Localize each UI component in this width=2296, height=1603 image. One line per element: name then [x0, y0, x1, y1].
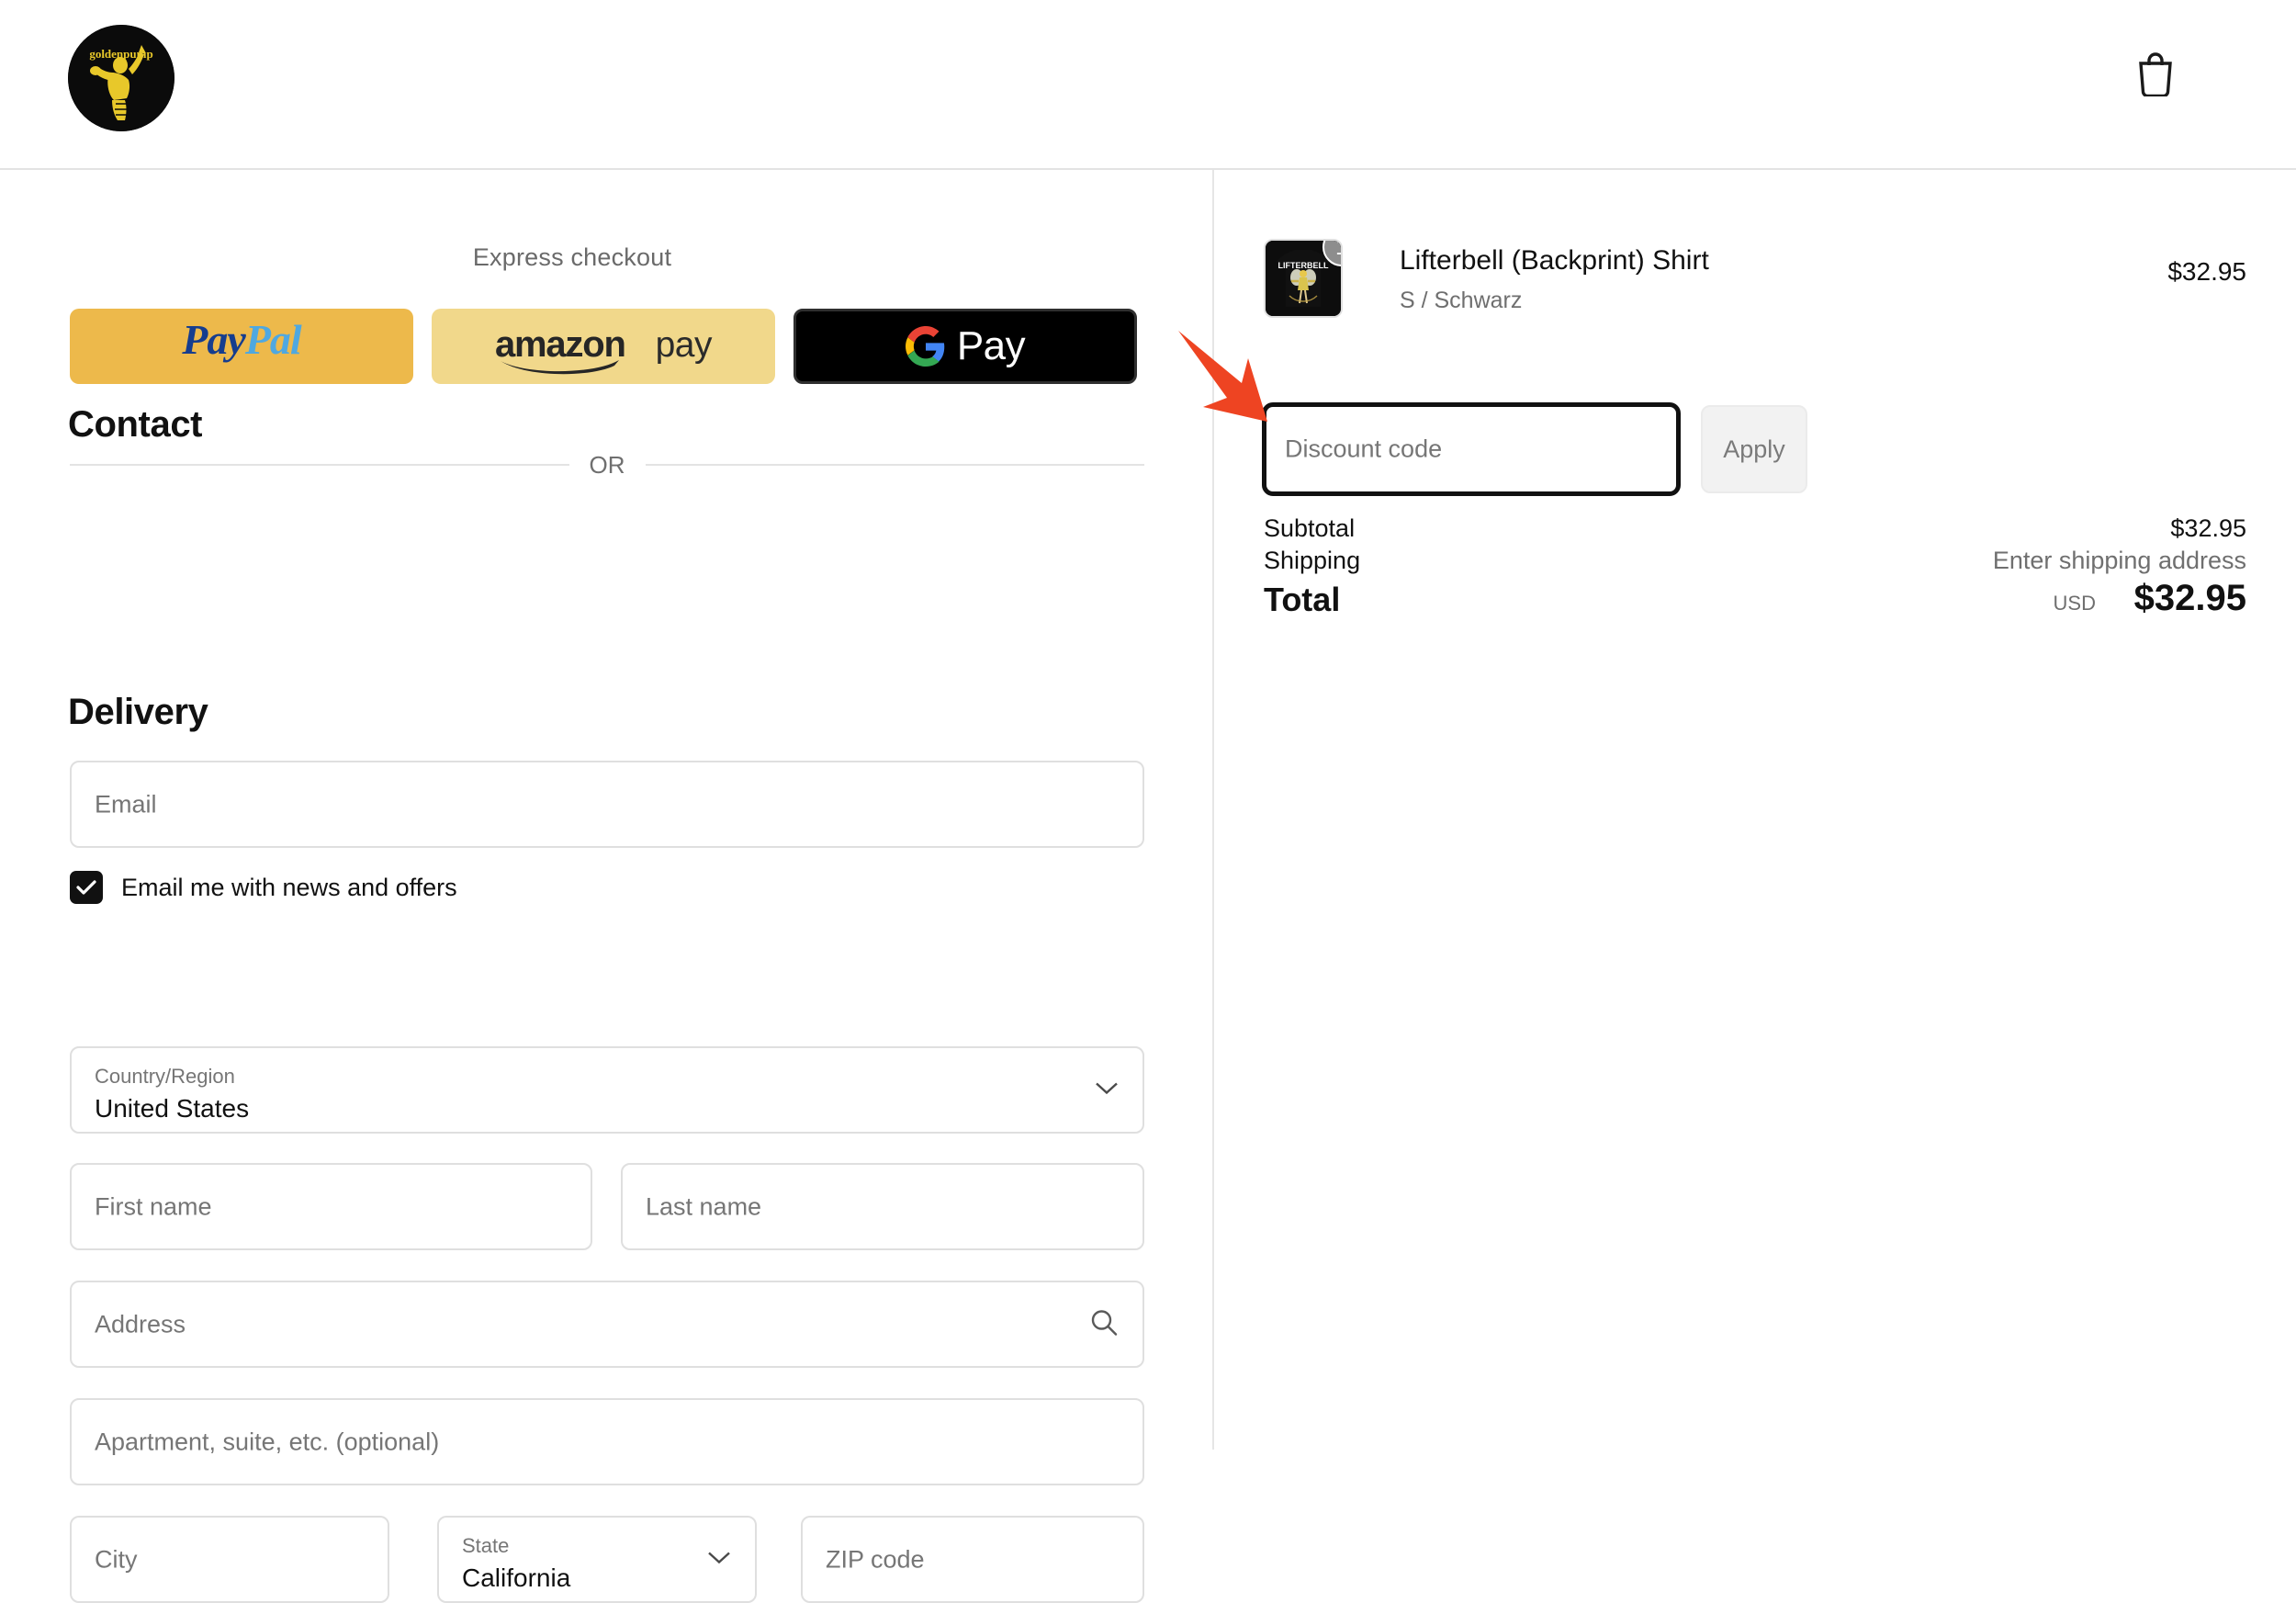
total-currency: USD	[2053, 592, 2096, 615]
country-select[interactable]: Country/Region United States	[70, 1046, 1144, 1134]
subtotal-label: Subtotal	[1264, 514, 1356, 542]
newsletter-checkbox[interactable]	[70, 871, 103, 904]
address-placeholder: Address	[95, 1310, 186, 1338]
express-checkout-title: Express checkout	[472, 243, 672, 271]
product-title: Lifterbell (Backprint) Shirt	[1400, 245, 1709, 276]
amazon-pay-logo: amazon pay	[495, 321, 713, 375]
first-name-placeholder: First name	[95, 1192, 212, 1220]
search-icon[interactable]	[1089, 1307, 1119, 1341]
google-pay-button[interactable]: Pay	[793, 309, 1137, 384]
or-line-right	[645, 464, 1144, 466]
paypal-button[interactable]: PayPal	[70, 309, 413, 384]
apartment-placeholder: Apartment, suite, etc. (optional)	[95, 1428, 440, 1455]
total-label: Total	[1264, 581, 1341, 618]
product-thumbnail: LIFTERBELL 1	[1264, 239, 1343, 318]
email-field[interactable]: Email	[70, 761, 1144, 848]
amazon-smile-icon	[501, 360, 619, 375]
subtotal-value: $32.95	[2170, 514, 2246, 542]
paypal-logo: PayPal	[182, 318, 301, 360]
site-header: goldenpump	[0, 0, 2296, 170]
state-value: California	[462, 1563, 571, 1592]
apartment-field[interactable]: Apartment, suite, etc. (optional)	[70, 1398, 1144, 1485]
amazon-pay-label: pay	[655, 325, 713, 365]
last-name-field[interactable]: Last name	[621, 1163, 1144, 1250]
last-name-placeholder: Last name	[646, 1192, 762, 1220]
shipping-label: Shipping	[1264, 547, 1361, 574]
product-variant: S / Schwarz	[1400, 288, 1523, 313]
zip-code-field[interactable]: ZIP code	[801, 1516, 1144, 1603]
newsletter-checkbox-row[interactable]: Email me with news and offers	[70, 871, 457, 904]
or-label: OR	[589, 450, 625, 479]
city-placeholder: City	[95, 1545, 138, 1573]
state-label: State	[462, 1534, 510, 1557]
summary-row-subtotal: Subtotal $32.95	[1264, 514, 2246, 551]
email-placeholder: Email	[95, 790, 157, 818]
order-summary-column: LIFTERBELL 1 Lifterbell (Backprint) Shir…	[1214, 170, 2296, 1450]
discount-code-placeholder: Discount code	[1285, 435, 1443, 463]
shipping-value: Enter shipping address	[1992, 547, 2246, 574]
or-divider: OR	[70, 446, 1144, 483]
shopping-bag-icon[interactable]	[2134, 49, 2177, 96]
address-field[interactable]: Address	[70, 1281, 1144, 1368]
brand-logo[interactable]: goldenpump	[68, 25, 174, 131]
svg-text:LIFTERBELL: LIFTERBELL	[1278, 261, 1329, 270]
check-icon	[76, 880, 96, 895]
summary-row-total: Total USD $32.95	[1264, 578, 2246, 629]
country-label: Country/Region	[95, 1065, 235, 1088]
product-price: $32.95	[2167, 257, 2246, 286]
chevron-down-icon	[1095, 1080, 1119, 1100]
country-value: United States	[95, 1094, 250, 1123]
checkout-form-column: Express checkout PayPal amazon pay Pay O…	[0, 170, 1212, 1603]
amazon-pay-button[interactable]: amazon pay	[432, 309, 775, 384]
newsletter-label: Email me with news and offers	[121, 873, 457, 901]
city-field[interactable]: City	[70, 1516, 389, 1603]
order-line-item: LIFTERBELL 1 Lifterbell (Backprint) Shir…	[1264, 239, 2246, 340]
discount-code-input[interactable]: Discount code	[1262, 402, 1681, 496]
express-checkout-buttons: PayPal amazon pay Pay	[70, 309, 1137, 384]
paypal-label-light: Pal	[244, 315, 302, 363]
first-name-field[interactable]: First name	[70, 1163, 592, 1250]
paypal-label-dark: Pay	[182, 315, 246, 363]
total-amount: $32.95	[2133, 578, 2246, 618]
contact-heading: Contact	[68, 404, 203, 445]
google-pay-label: Pay	[956, 323, 1026, 368]
google-pay-logo: Pay	[905, 323, 1026, 369]
or-line-left	[70, 464, 569, 466]
apply-discount-button[interactable]: Apply	[1701, 405, 1807, 493]
google-g-icon	[905, 326, 945, 367]
state-select[interactable]: State California	[437, 1516, 757, 1603]
delivery-heading: Delivery	[68, 692, 208, 732]
chevron-down-icon	[707, 1550, 731, 1569]
discount-row: Discount code Apply	[1262, 402, 2246, 496]
zip-code-placeholder: ZIP code	[826, 1545, 925, 1573]
